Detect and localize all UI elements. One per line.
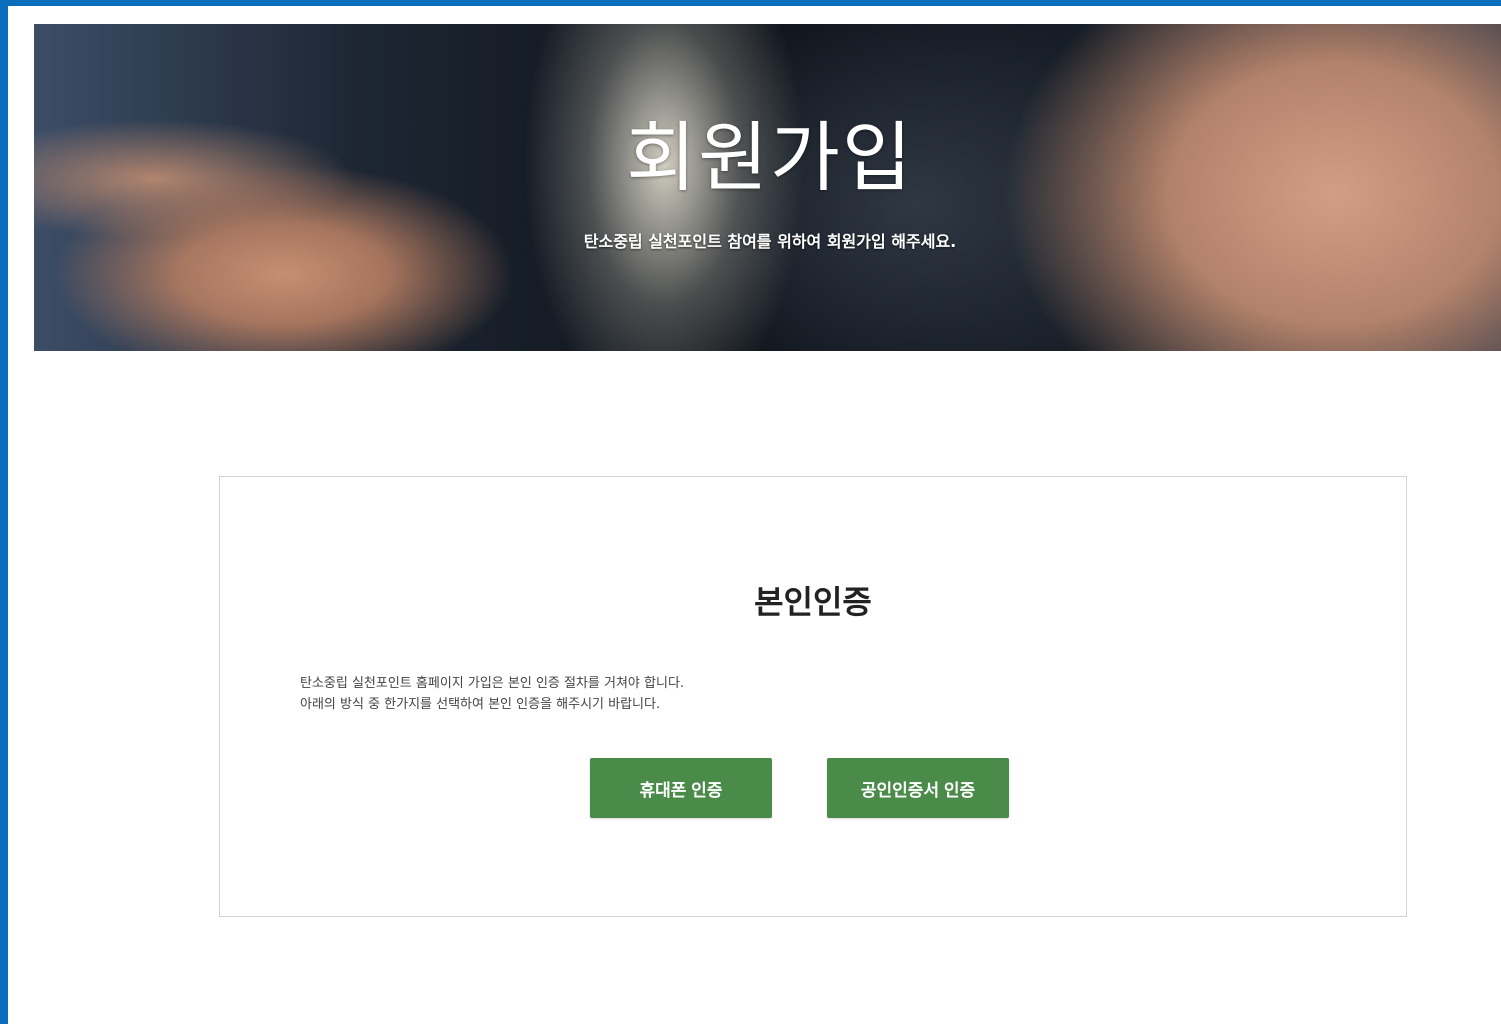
browser-frame: 회원가입 탄소중립 실천포인트 참여를 위하여 회원가입 해주세요. 본인인증 … (0, 0, 1501, 1024)
hero-banner: 회원가입 탄소중립 실천포인트 참여를 위하여 회원가입 해주세요. (34, 24, 1501, 351)
verification-description: 탄소중립 실천포인트 홈페이지 가입은 본인 인증 절차를 거쳐야 합니다. 아… (300, 673, 684, 715)
certificate-verification-button[interactable]: 공인인증서 인증 (827, 758, 1009, 818)
verification-title: 본인인증 (754, 583, 872, 621)
description-line: 탄소중립 실천포인트 홈페이지 가입은 본인 인증 절차를 거쳐야 합니다. (300, 676, 685, 691)
verification-card: 본인인증 탄소중립 실천포인트 홈페이지 가입은 본인 인증 절차를 거쳐야 합… (219, 476, 1407, 917)
page-title: 회원가입 (626, 113, 914, 202)
page-subtitle: 탄소중립 실천포인트 참여를 위하여 회원가입 해주세요. (583, 232, 957, 251)
phone-verification-button[interactable]: 휴대폰 인증 (590, 758, 772, 818)
description-line: 아래의 방식 중 한가지를 선택하여 본인 인증을 해주시기 바랍니다. (300, 697, 661, 712)
